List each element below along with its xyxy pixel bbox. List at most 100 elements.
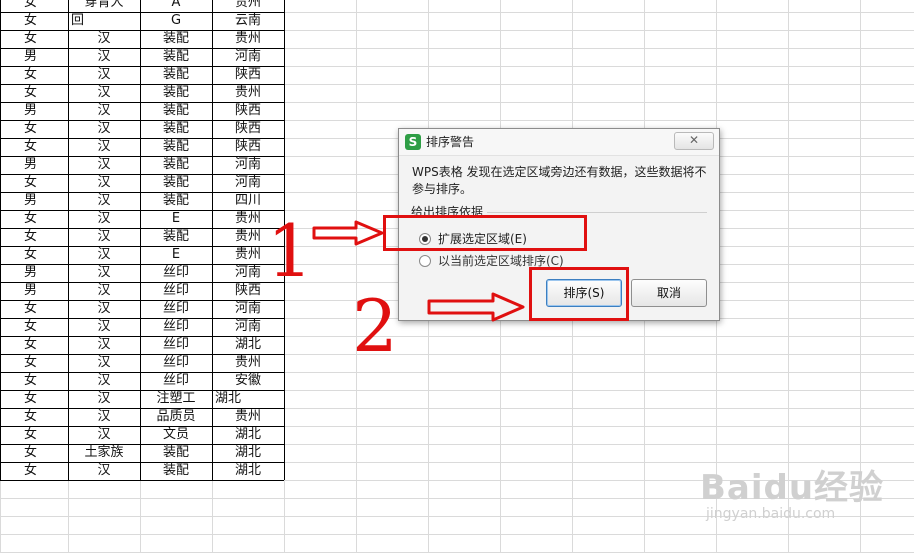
table-cell[interactable]: 女 [0, 426, 68, 444]
table-cell[interactable]: 汉 [68, 264, 140, 282]
table-cell[interactable]: 汉 [68, 120, 140, 138]
table-cell[interactable]: 装配 [140, 48, 212, 66]
table-cell[interactable]: 装配 [140, 30, 212, 48]
table-cell[interactable]: 汉 [68, 318, 140, 336]
table-cell[interactable]: 装配 [140, 138, 212, 156]
table-cell[interactable]: 男 [0, 102, 68, 120]
table-cell[interactable]: 装配 [140, 444, 212, 462]
table-cell[interactable]: 丝印 [140, 300, 212, 318]
table-cell[interactable]: 丝印 [140, 282, 212, 300]
table-cell[interactable]: 丝印 [140, 372, 212, 390]
dialog-titlebar[interactable]: S 排序警告 ✕ [399, 129, 719, 156]
table-cell[interactable]: 陕西 [212, 66, 284, 84]
table-cell[interactable]: 女 [0, 66, 68, 84]
table-cell[interactable]: 贵州 [212, 30, 284, 48]
table-cell[interactable]: 品质员 [140, 408, 212, 426]
table-cell[interactable]: 装配 [140, 120, 212, 138]
table-cell[interactable]: 四川 [212, 192, 284, 210]
table-cell[interactable]: 丝印 [140, 336, 212, 354]
table-cell[interactable]: E [140, 246, 212, 264]
table-cell[interactable]: 湖北 [212, 444, 284, 462]
table-cell[interactable]: 陕西 [212, 102, 284, 120]
table-cell[interactable]: 河南 [212, 300, 284, 318]
table-cell[interactable]: 汉 [68, 246, 140, 264]
table-cell[interactable]: 丝印 [140, 318, 212, 336]
table-cell[interactable]: 男 [0, 48, 68, 66]
table-cell[interactable]: 女 [0, 318, 68, 336]
table-cell[interactable]: 汉 [68, 156, 140, 174]
table-cell[interactable]: 贵州 [212, 84, 284, 102]
table-cell[interactable]: 汉 [68, 390, 140, 408]
table-cell[interactable]: 女 [0, 354, 68, 372]
table-cell[interactable]: 陕西 [212, 138, 284, 156]
table-cell[interactable]: 汉 [68, 48, 140, 66]
table-cell[interactable]: 湖北 [212, 426, 284, 444]
table-cell[interactable]: 注塑工 [140, 390, 212, 408]
table-cell[interactable]: 女 [0, 462, 68, 480]
table-cell[interactable]: 汉 [68, 426, 140, 444]
table-cell[interactable]: 女 [0, 390, 68, 408]
table-cell[interactable]: 汉 [68, 30, 140, 48]
table-cell[interactable]: 汉 [68, 336, 140, 354]
close-button[interactable]: ✕ [674, 132, 714, 150]
table-cell[interactable]: 女 [0, 336, 68, 354]
cancel-button[interactable]: 取消 [631, 279, 707, 307]
table-cell[interactable]: 装配 [140, 174, 212, 192]
radio-unselected-icon[interactable] [419, 254, 431, 267]
table-cell[interactable]: 男 [0, 156, 68, 174]
table-cell[interactable]: 女 [0, 444, 68, 462]
table-cell[interactable]: 女 [0, 30, 68, 48]
table-cell[interactable]: 河南 [212, 174, 284, 192]
table-cell[interactable]: 女 [0, 84, 68, 102]
table-cell[interactable]: 女 [0, 138, 68, 156]
table-cell[interactable]: 男 [0, 192, 68, 210]
table-cell[interactable]: 装配 [140, 192, 212, 210]
table-cell[interactable]: 女 [0, 228, 68, 246]
table-cell[interactable]: 回 [68, 12, 140, 30]
table-cell[interactable]: 男 [0, 282, 68, 300]
table-cell[interactable]: 汉 [68, 102, 140, 120]
table-cell[interactable]: 陕西 [212, 120, 284, 138]
table-cell[interactable]: 男 [0, 264, 68, 282]
table-cell[interactable]: 装配 [140, 228, 212, 246]
table-cell[interactable]: 河南 [212, 318, 284, 336]
table-cell[interactable]: 汉 [68, 210, 140, 228]
table-cell[interactable]: 湖北 [212, 390, 284, 408]
table-cell[interactable]: 贵州 [212, 0, 284, 12]
table-cell[interactable]: 安徽 [212, 372, 284, 390]
table-cell[interactable]: 装配 [140, 102, 212, 120]
table-cell[interactable]: 装配 [140, 66, 212, 84]
table-cell[interactable]: 汉 [68, 282, 140, 300]
table-cell[interactable]: 汉 [68, 84, 140, 102]
table-cell[interactable]: 湖北 [212, 462, 284, 480]
table-cell[interactable]: 土家族 [68, 444, 140, 462]
table-cell[interactable]: 汉 [68, 192, 140, 210]
table-cell[interactable]: 丝印 [140, 264, 212, 282]
table-cell[interactable]: 汉 [68, 372, 140, 390]
table-cell[interactable]: 汉 [68, 228, 140, 246]
table-cell[interactable]: 汉 [68, 174, 140, 192]
table-cell[interactable]: 汉 [68, 300, 140, 318]
table-cell[interactable]: 贵州 [212, 408, 284, 426]
table-cell[interactable]: 女 [0, 12, 68, 30]
table-cell[interactable]: 汉 [68, 408, 140, 426]
table-cell[interactable]: 汉 [68, 462, 140, 480]
table-cell[interactable]: 装配 [140, 156, 212, 174]
table-cell[interactable]: G [140, 12, 212, 30]
table-cell[interactable]: 文员 [140, 426, 212, 444]
table-cell[interactable]: 河南 [212, 156, 284, 174]
table-cell[interactable]: 湖北 [212, 336, 284, 354]
table-cell[interactable]: 汉 [68, 138, 140, 156]
table-cell[interactable]: 穿青人 [68, 0, 140, 12]
table-cell[interactable]: 女 [0, 210, 68, 228]
table-cell[interactable]: 女 [0, 174, 68, 192]
table-cell[interactable]: 河南 [212, 48, 284, 66]
table-cell[interactable]: E [140, 210, 212, 228]
table-cell[interactable]: 女 [0, 372, 68, 390]
table-cell[interactable]: 女 [0, 120, 68, 138]
table-cell[interactable]: 装配 [140, 462, 212, 480]
table-cell[interactable]: 女 [0, 0, 68, 12]
table-cell[interactable]: A [140, 0, 212, 12]
table-cell[interactable]: 贵州 [212, 354, 284, 372]
table-cell[interactable]: 女 [0, 246, 68, 264]
